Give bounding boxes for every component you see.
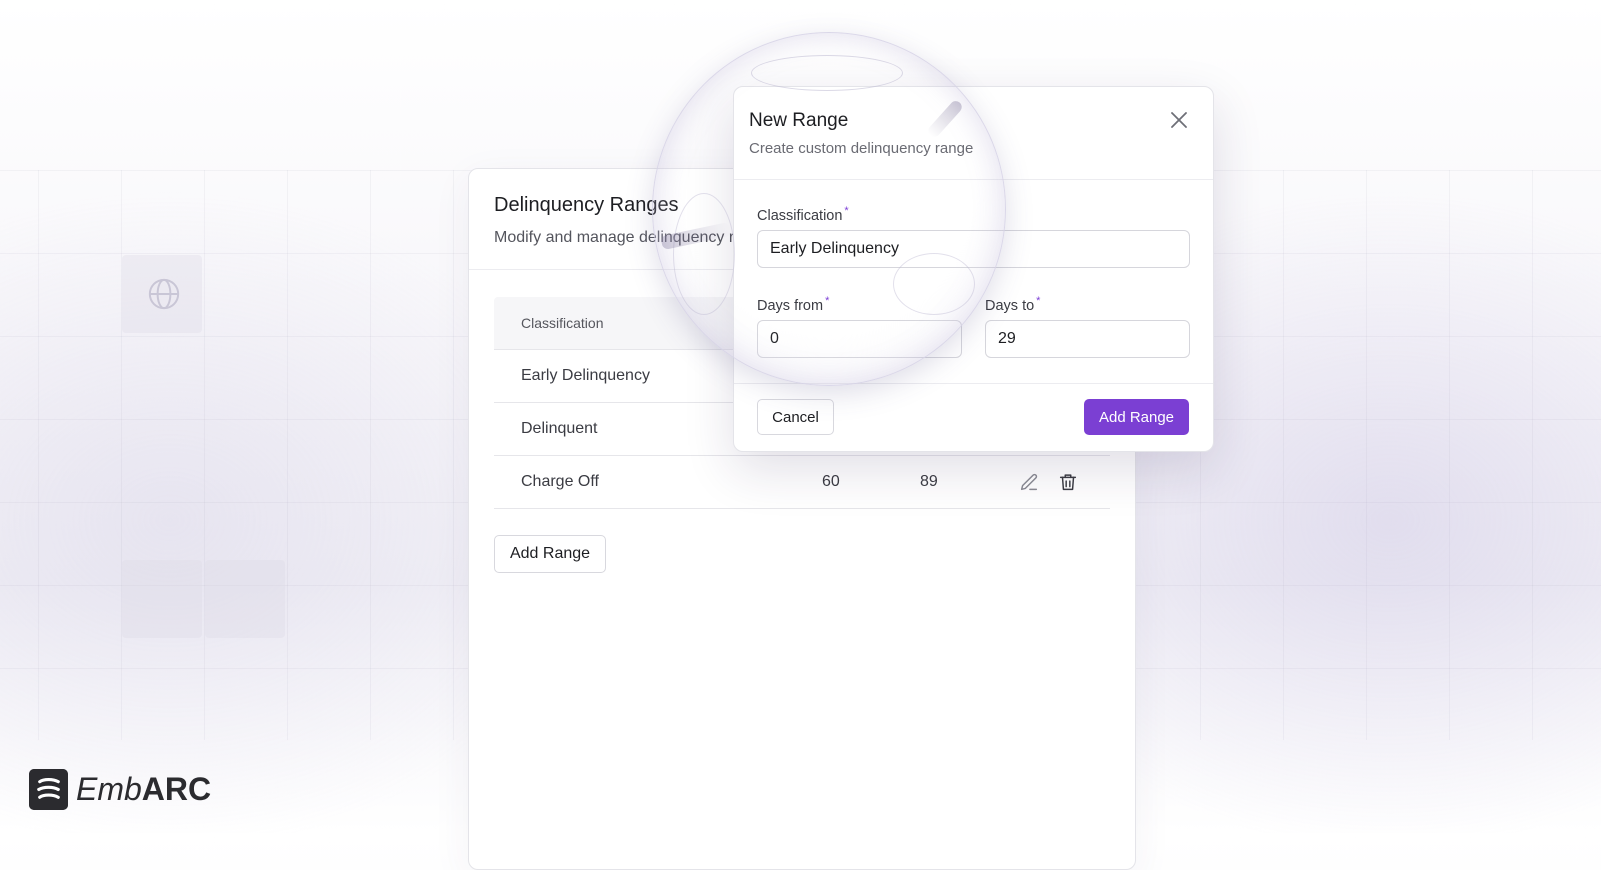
add-range-button[interactable]: Add Range	[494, 535, 606, 573]
table-row: Charge Off 60 89	[494, 456, 1110, 509]
cancel-button[interactable]: Cancel	[757, 399, 834, 435]
submit-add-range-button[interactable]: Add Range	[1084, 399, 1189, 435]
column-header-classification: Classification	[521, 315, 604, 331]
modal-title: New Range	[749, 110, 849, 131]
days-from-input[interactable]	[757, 320, 962, 358]
row-classification: Early Delinquency	[521, 367, 650, 384]
row-days-to: 89	[920, 473, 938, 490]
classification-input[interactable]	[757, 230, 1190, 268]
days-from-label: Days from *	[757, 295, 830, 314]
row-classification: Charge Off	[521, 473, 599, 490]
brand-wordmark: EmbARC	[76, 771, 212, 807]
logo-icon	[29, 769, 68, 810]
trash-icon[interactable]	[1057, 471, 1079, 493]
row-classification: Delinquent	[521, 420, 598, 437]
edit-icon[interactable]	[1018, 471, 1040, 493]
close-icon[interactable]	[1167, 108, 1191, 132]
card-title: Delinquency Ranges	[494, 194, 679, 216]
background-tile	[205, 560, 285, 638]
new-range-modal: New Range Create custom delinquency rang…	[733, 86, 1214, 452]
row-days-from: 60	[822, 473, 840, 490]
classification-label: Classification *	[757, 205, 849, 224]
days-to-input[interactable]	[985, 320, 1190, 358]
days-to-label: Days to *	[985, 295, 1041, 314]
modal-footer: Cancel Add Range	[734, 383, 1213, 452]
modal-subtitle: Create custom delinquency range	[749, 140, 974, 157]
background-tile	[122, 560, 202, 638]
globe-icon	[148, 278, 180, 310]
modal-header: New Range Create custom delinquency rang…	[734, 87, 1213, 180]
